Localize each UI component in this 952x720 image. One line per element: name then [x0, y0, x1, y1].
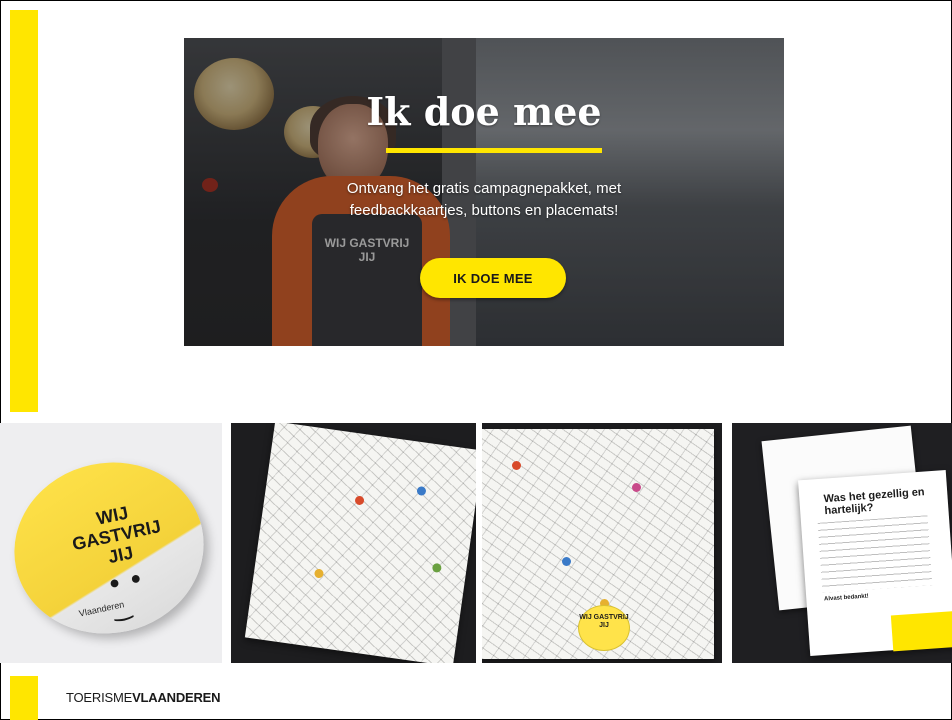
hero-banner: WIJ GASTVRIJ JIJ Ik doe mee Ontvang het … — [184, 38, 784, 346]
photo-placemat-right: WIJ GASTVRIJ JIJ — [482, 423, 722, 663]
hero-title: Ik doe mee — [366, 89, 602, 134]
placemat-drawing — [244, 423, 476, 663]
campaign-button-badge: WIJ GASTVRIJ JIJ • • ‿ Vlaanderen — [0, 445, 220, 651]
smile-icon: • • ‿ — [105, 566, 146, 624]
color-accent — [562, 557, 571, 566]
color-accent — [512, 461, 521, 470]
color-accent — [632, 483, 641, 492]
brand-light: TOERISME — [66, 690, 133, 705]
hero-subtitle: Ontvang het gratis campagnepakket, met f… — [346, 180, 622, 219]
badge-text: WIJ GASTVRIJ JIJ — [70, 502, 163, 568]
accent-bar-top — [10, 10, 38, 412]
card-yellow-corner — [890, 610, 952, 652]
photo-feedback-cards: Was het gezellig en hartelijk? Alvast be… — [732, 423, 952, 663]
ik-doe-mee-button[interactable]: IK DOE MEE — [420, 258, 566, 298]
photo-placemat-left — [231, 423, 476, 663]
placemat-badge: WIJ GASTVRIJ JIJ — [578, 605, 630, 651]
photo-button-badge: WIJ GASTVRIJ JIJ • • ‿ Vlaanderen — [0, 423, 222, 663]
line-drawing — [244, 423, 476, 663]
card-body-text — [817, 515, 933, 593]
brand-bold: VLAANDEREN — [132, 690, 221, 705]
footer-logo: TOERISMEVLAANDEREN — [66, 690, 221, 705]
accent-bar-bottom — [10, 676, 38, 720]
hero-title-underline — [386, 148, 602, 153]
placemat-drawing: WIJ GASTVRIJ JIJ — [482, 429, 714, 659]
